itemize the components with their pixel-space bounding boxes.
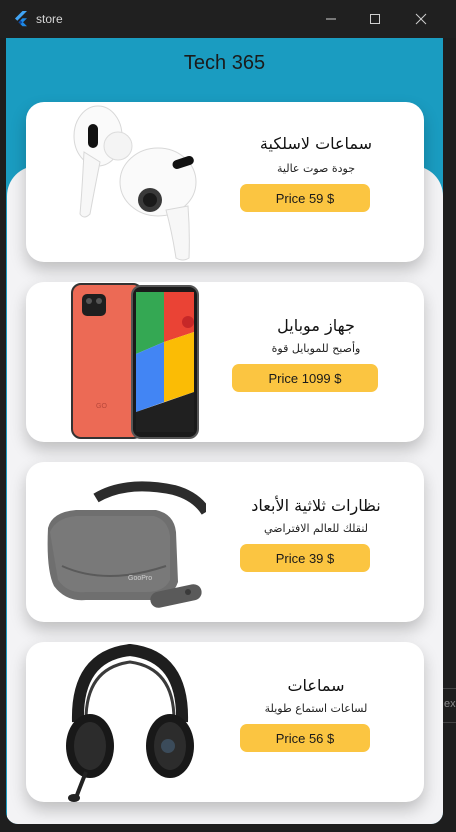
- product-subtitle: وأصبح للموبايل قوة: [271, 342, 361, 355]
- maximize-button[interactable]: [352, 0, 398, 38]
- product-title: نظارات ثلاثية الأبعاد: [251, 496, 381, 515]
- smartphone-icon: GO: [71, 283, 199, 439]
- app-content: Tech 365 سماعات لاسلكية جودة صوت عالية P…: [6, 38, 443, 824]
- product-title: سماعات: [287, 676, 345, 695]
- vr-headset-icon: GooPro: [47, 481, 206, 608]
- product-subtitle: لساعات استماع طويلة: [264, 702, 368, 715]
- headphones-icon: [66, 643, 194, 802]
- product-card[interactable]: GooPro نظارات ثلاثية الأبعاد لنقلك للعال…: [26, 462, 424, 622]
- product-info: نظارات ثلاثية الأبعاد لنقلك للعالم الافت…: [226, 462, 406, 622]
- background-window-strip: [443, 38, 456, 832]
- product-subtitle: لنقلك للعالم الافتراضي: [263, 522, 368, 535]
- close-icon: [415, 13, 427, 25]
- product-card[interactable]: سماعات لاسلكية جودة صوت عالية Price 59 $: [26, 102, 424, 262]
- product-info: جهاز موبايل وأصبح للموبايل قوة Price 109…: [226, 282, 406, 442]
- price-button[interactable]: Price 56 $: [240, 724, 370, 752]
- maximize-icon: [370, 14, 380, 24]
- svg-text:GooPro: GooPro: [128, 575, 152, 582]
- window-titlebar[interactable]: store: [0, 0, 456, 38]
- product-info: سماعات لساعات استماع طويلة Price 56 $: [226, 642, 406, 802]
- background-divider: [443, 688, 456, 689]
- product-subtitle: جودة صوت عالية: [277, 162, 355, 175]
- product-title: جهاز موبايل: [277, 316, 355, 335]
- flutter-logo-icon: [15, 11, 27, 27]
- background-window-text: ex: [444, 698, 456, 710]
- minimize-button[interactable]: [308, 0, 354, 38]
- product-info: سماعات لاسلكية جودة صوت عالية Price 59 $: [226, 102, 406, 262]
- minimize-icon: [326, 18, 336, 20]
- product-title: سماعات لاسلكية: [259, 134, 373, 153]
- airpods-icon: [73, 105, 197, 261]
- background-divider: [443, 722, 456, 723]
- price-button[interactable]: Price 39 $: [240, 544, 370, 572]
- product-card[interactable]: سماعات لساعات استماع طويلة Price 56 $: [26, 642, 424, 802]
- window-title: store: [36, 12, 63, 26]
- price-button[interactable]: Price 59 $: [240, 184, 370, 212]
- page-title: Tech 365: [183, 52, 266, 74]
- svg-text:GO: GO: [96, 403, 107, 410]
- product-card[interactable]: GO جهاز موبايل وأصبح للموبايل قوة Price …: [26, 282, 424, 442]
- close-button[interactable]: [398, 0, 444, 38]
- price-button[interactable]: Price 1099 $: [232, 364, 378, 392]
